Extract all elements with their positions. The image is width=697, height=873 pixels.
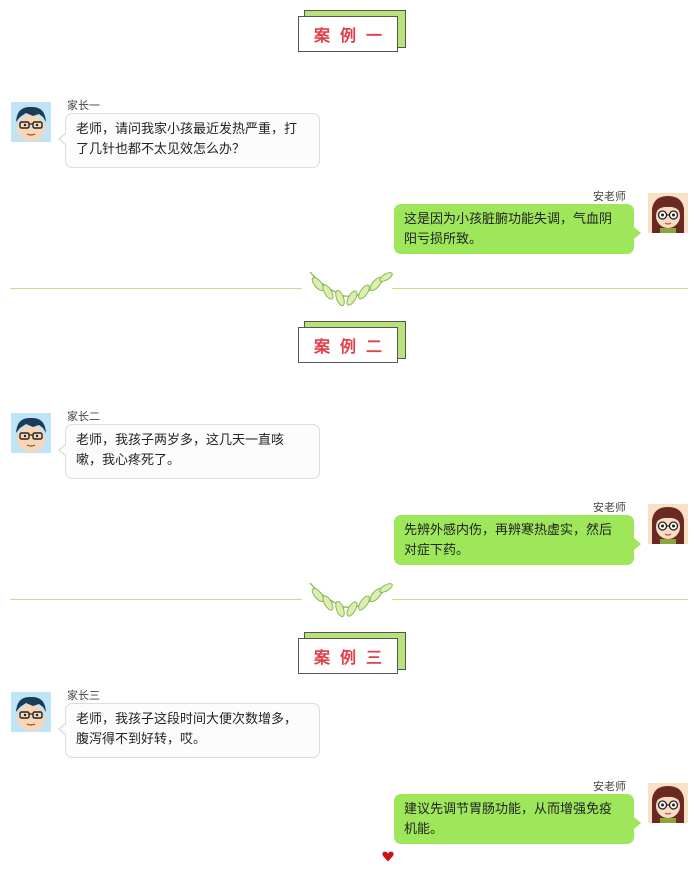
teacher-message-3: 建议先调节胃肠功能，从而增强免疫机能。 [394, 794, 641, 844]
parent-avatar-1 [11, 102, 51, 142]
parent-message-3: 老师，我孩子这段时间大便次数增多，腹泻得不到好转，哎。 [58, 703, 320, 758]
parent-name-3: 家长三 [67, 689, 100, 702]
case-title-2: 案例二 [298, 321, 406, 363]
teacher-name-2: 安老师 [593, 501, 626, 514]
teacher-name-1: 安老师 [593, 190, 626, 203]
teacher-avatar-3 [648, 783, 688, 823]
leaf-branch-icon [309, 271, 393, 307]
boy-avatar-icon [11, 692, 51, 732]
teacher-message-2: 先辨外感内伤，再辨寒热虚实，然后对症下药。 [394, 515, 641, 565]
parent-message-1: 老师，请问我家小孩最近发热严重，打了几针也都不太见效怎么办？ [58, 113, 320, 168]
teacher-name-3: 安老师 [593, 780, 626, 793]
teacher-avatar-1 [648, 193, 688, 233]
girl-avatar-icon [648, 504, 688, 544]
case-title-1: 案例一 [298, 10, 406, 52]
teacher-message-1: 这是因为小孩脏腑功能失调，气血阴阳亏损所致。 [394, 204, 641, 254]
case-title-3-text: 案例三 [298, 638, 398, 674]
case-title-1-text: 案例一 [298, 16, 398, 52]
parent-avatar-2 [11, 413, 51, 453]
boy-avatar-icon [11, 413, 51, 453]
case-title-3: 案例三 [298, 632, 406, 674]
leaf-branch-icon [309, 582, 393, 618]
girl-avatar-icon [648, 193, 688, 233]
girl-avatar-icon [648, 783, 688, 823]
teacher-avatar-2 [648, 504, 688, 544]
parent-name-2: 家长二 [67, 410, 100, 423]
parent-message-2: 老师，我孩子两岁多，这几天一直咳嗽，我心疼死了。 [58, 424, 320, 479]
leaf-divider-1 [10, 268, 688, 308]
boy-avatar-icon [11, 102, 51, 142]
parent-name-1: 家长一 [67, 99, 100, 112]
case-title-2-text: 案例二 [298, 327, 398, 363]
red-heart-icon [382, 851, 394, 862]
parent-avatar-3 [11, 692, 51, 732]
leaf-divider-2 [10, 579, 688, 619]
